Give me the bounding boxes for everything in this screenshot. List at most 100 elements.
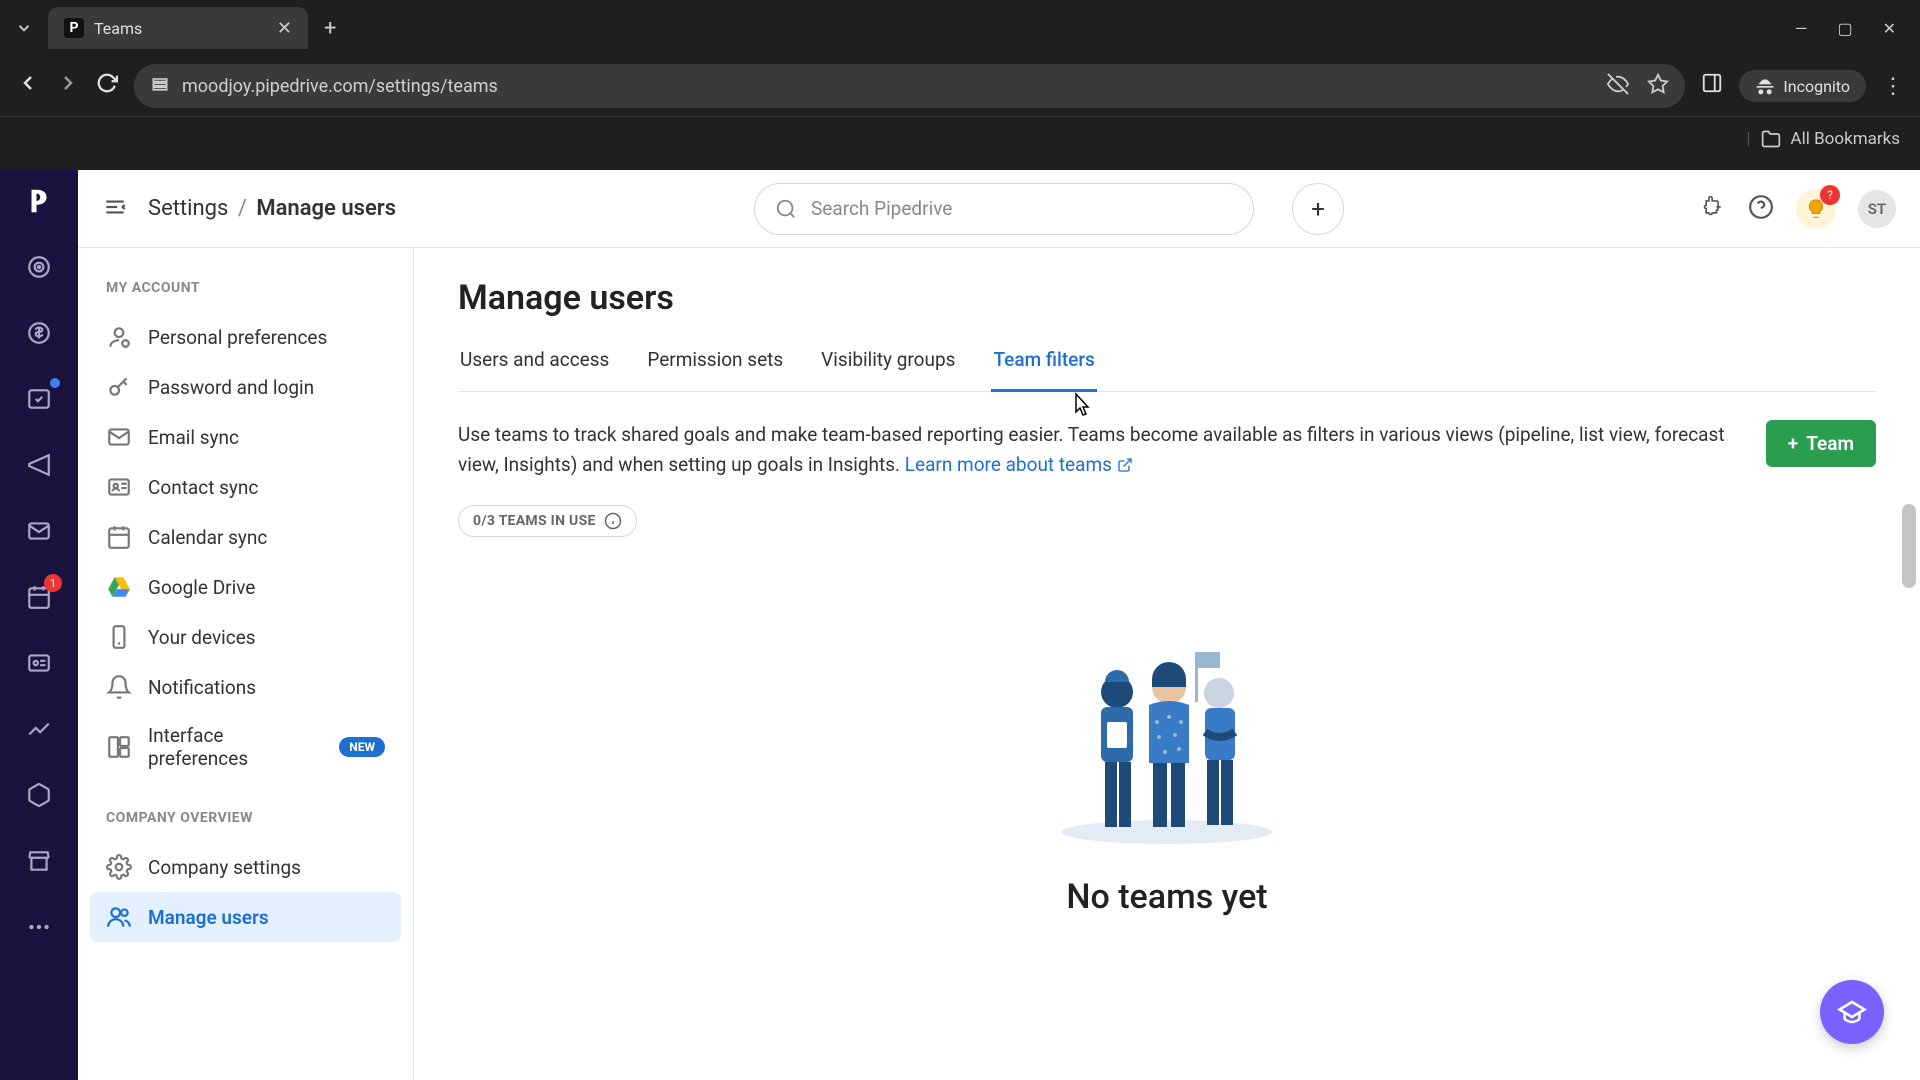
rail-item-activities[interactable]: 1 bbox=[20, 578, 58, 616]
search-input[interactable]: Search Pipedrive bbox=[754, 183, 1254, 235]
browser-menu-icon[interactable]: ⋮ bbox=[1882, 74, 1904, 99]
sidebar-item-label: Calendar sync bbox=[148, 526, 385, 549]
tab-title: Teams bbox=[94, 19, 267, 38]
external-link-icon bbox=[1117, 457, 1133, 473]
sidebar-item-email-sync[interactable]: Email sync bbox=[90, 412, 401, 462]
browser-toolbar: moodjoy.pipedrive.com/settings/teams Inc… bbox=[0, 56, 1920, 116]
rail-item-focus[interactable] bbox=[20, 248, 58, 286]
teams-usage-pill: 0/3 TEAMS IN USE bbox=[458, 505, 637, 537]
forward-button bbox=[56, 71, 80, 101]
window-controls: — ▢ ✕ bbox=[1795, 19, 1912, 38]
team-button-label: Team bbox=[1806, 432, 1854, 455]
tab-permission-sets[interactable]: Permission sets bbox=[645, 338, 785, 391]
sidebar-item-notifications[interactable]: Notifications bbox=[90, 662, 401, 712]
sidebar-item-company-settings[interactable]: Company settings bbox=[90, 842, 401, 892]
scrollbar-thumb[interactable] bbox=[1902, 504, 1916, 588]
scrollbar[interactable] bbox=[1902, 504, 1916, 1080]
sidebar-item-password[interactable]: Password and login bbox=[90, 362, 401, 412]
plus-icon: + bbox=[1788, 432, 1798, 455]
sidebar-item-personal-preferences[interactable]: Personal preferences bbox=[90, 312, 401, 362]
add-team-button[interactable]: + Team bbox=[1766, 420, 1876, 467]
learn-more-link[interactable]: Learn more about teams bbox=[905, 453, 1133, 476]
side-panel-icon[interactable] bbox=[1701, 72, 1723, 100]
page-title: Manage users bbox=[458, 278, 1876, 318]
person-gear-icon bbox=[106, 324, 132, 350]
sidebar-item-devices[interactable]: Your devices bbox=[90, 612, 401, 662]
sales-assistant-button[interactable]: ? bbox=[1796, 189, 1836, 229]
new-tab-button[interactable]: + bbox=[324, 16, 336, 41]
site-info-icon[interactable] bbox=[150, 74, 170, 98]
rail-item-projects[interactable] bbox=[20, 380, 58, 418]
content-area: Manage users Users and access Permission… bbox=[414, 248, 1920, 1080]
sidebar-heading-account: MY ACCOUNT bbox=[90, 272, 401, 312]
bookmarks-bar: | All Bookmarks bbox=[0, 116, 1920, 160]
layout-icon bbox=[106, 734, 132, 760]
close-window-icon[interactable]: ✕ bbox=[1883, 19, 1896, 38]
info-icon[interactable] bbox=[604, 512, 622, 530]
users-icon bbox=[106, 904, 132, 930]
description: Use teams to track shared goals and make… bbox=[458, 420, 1736, 481]
back-button[interactable] bbox=[16, 71, 40, 101]
assistant-badge: ? bbox=[1820, 185, 1840, 205]
sidebar-item-manage-users[interactable]: Manage users bbox=[90, 892, 401, 942]
quick-add-button[interactable]: + bbox=[1292, 183, 1344, 235]
minimize-icon[interactable]: — bbox=[1795, 19, 1808, 38]
browser-tab[interactable]: P Teams ✕ bbox=[48, 7, 308, 49]
extensions-icon[interactable] bbox=[1702, 195, 1726, 223]
sidebar-item-label: Password and login bbox=[148, 376, 385, 399]
breadcrumb-separator: / bbox=[238, 196, 247, 221]
rail-item-campaigns[interactable] bbox=[20, 446, 58, 484]
sidebar-item-interface-preferences[interactable]: Interface preferences NEW bbox=[90, 712, 401, 782]
tab-close-icon[interactable]: ✕ bbox=[277, 18, 292, 39]
sidebar-item-label: Notifications bbox=[148, 676, 385, 699]
help-icon[interactable] bbox=[1748, 194, 1774, 224]
privacy-eye-icon[interactable] bbox=[1607, 73, 1629, 99]
usage-label: 0/3 TEAMS IN USE bbox=[473, 513, 596, 529]
rail-item-marketplace[interactable] bbox=[20, 842, 58, 880]
sidebar-item-label: Email sync bbox=[148, 426, 385, 449]
rail-item-deals[interactable] bbox=[20, 314, 58, 352]
rail-item-insights[interactable] bbox=[20, 710, 58, 748]
rail-item-mail[interactable] bbox=[20, 512, 58, 550]
tab-team-filters[interactable]: Team filters bbox=[991, 338, 1096, 392]
empty-illustration bbox=[1057, 637, 1277, 847]
user-avatar[interactable]: ST bbox=[1858, 190, 1896, 228]
tab-search-dropdown[interactable] bbox=[8, 12, 40, 44]
sidebar-item-label: Interface preferences bbox=[148, 724, 323, 770]
main-column: Settings / Manage users Search Pipedrive… bbox=[78, 170, 1920, 1080]
bell-icon bbox=[106, 674, 132, 700]
rail-item-more[interactable] bbox=[20, 908, 58, 946]
breadcrumb-root[interactable]: Settings bbox=[148, 196, 228, 221]
sidebar-item-calendar-sync[interactable]: Calendar sync bbox=[90, 512, 401, 562]
sidebar-item-google-drive[interactable]: Google Drive bbox=[90, 562, 401, 612]
breadcrumb: Settings / Manage users bbox=[148, 196, 396, 221]
google-drive-icon bbox=[106, 574, 132, 600]
maximize-icon[interactable]: ▢ bbox=[1837, 19, 1852, 38]
sidebar-toggle-icon[interactable] bbox=[102, 194, 128, 224]
sidebar-item-label: Manage users bbox=[148, 906, 385, 929]
pipedrive-logo[interactable] bbox=[20, 182, 58, 220]
tabs: Users and access Permission sets Visibil… bbox=[458, 338, 1876, 392]
search-icon bbox=[775, 198, 797, 220]
address-bar[interactable]: moodjoy.pipedrive.com/settings/teams bbox=[134, 64, 1685, 108]
incognito-indicator[interactable]: Incognito bbox=[1739, 70, 1866, 102]
sidebar-item-label: Personal preferences bbox=[148, 326, 385, 349]
envelope-icon bbox=[106, 424, 132, 450]
contact-card-icon bbox=[106, 474, 132, 500]
sidebar-heading-company: COMPANY OVERVIEW bbox=[90, 802, 401, 842]
sidebar-item-label: Your devices bbox=[148, 626, 385, 649]
reload-button[interactable] bbox=[96, 72, 118, 100]
tab-users-access[interactable]: Users and access bbox=[458, 338, 611, 391]
sidebar-item-contact-sync[interactable]: Contact sync bbox=[90, 462, 401, 512]
all-bookmarks-link[interactable]: All Bookmarks bbox=[1791, 129, 1900, 149]
rail-item-products[interactable] bbox=[20, 776, 58, 814]
rail-item-contacts[interactable] bbox=[20, 644, 58, 682]
calendar-icon bbox=[106, 524, 132, 550]
tab-visibility-groups[interactable]: Visibility groups bbox=[819, 338, 957, 391]
search-placeholder: Search Pipedrive bbox=[811, 197, 952, 220]
sidebar-item-label: Google Drive bbox=[148, 576, 385, 599]
knowledge-fab[interactable] bbox=[1820, 980, 1884, 1044]
rail-badge: 1 bbox=[44, 574, 62, 592]
browser-chrome: P Teams ✕ + — ▢ ✕ moodjoy.pipedrive.com/… bbox=[0, 0, 1920, 170]
bookmark-star-icon[interactable] bbox=[1647, 73, 1669, 99]
